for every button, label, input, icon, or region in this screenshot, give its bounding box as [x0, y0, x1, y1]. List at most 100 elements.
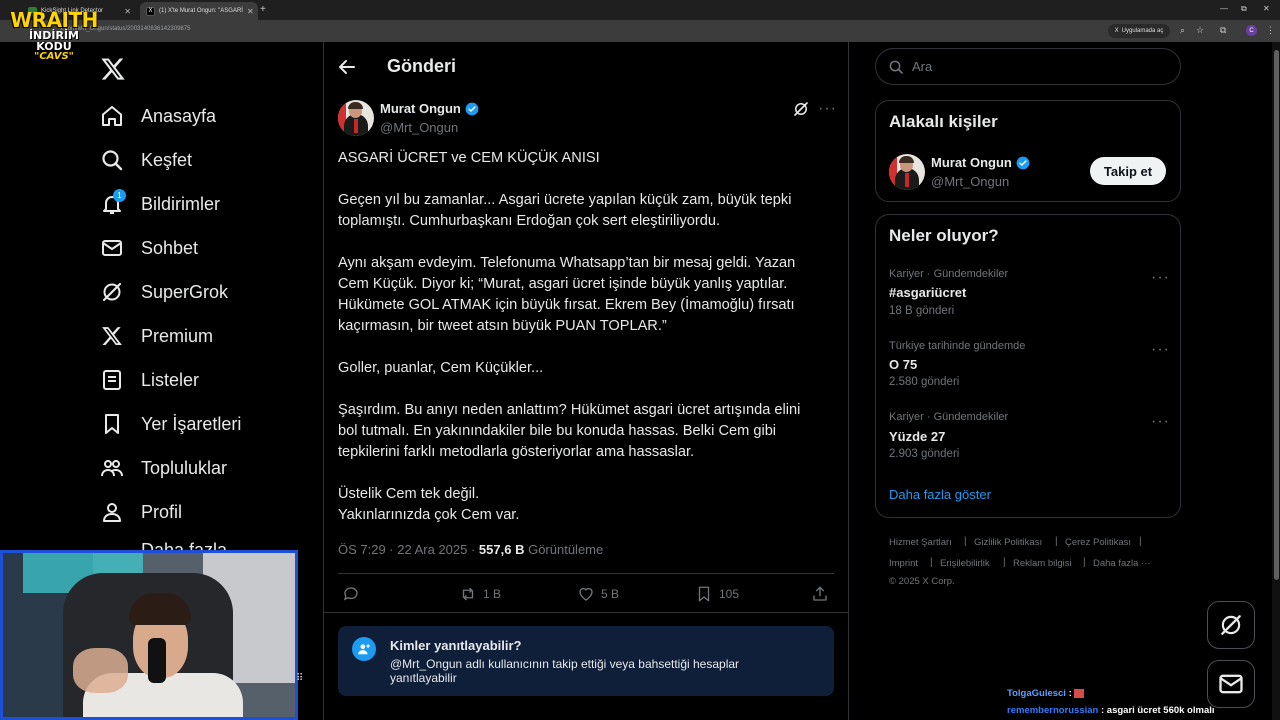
nav-item-notifications[interactable]: 1 Bildirimler [100, 189, 220, 219]
x-small-icon: X [1114, 28, 1119, 34]
new-tab-button[interactable]: + [260, 4, 266, 15]
reply-icon [343, 587, 358, 601]
search-icon [889, 60, 903, 74]
repost-button[interactable]: 1 B [459, 585, 501, 603]
nav-item-chat[interactable]: Sohbet [100, 233, 198, 263]
trend-name[interactable]: Yüzde 27 [889, 429, 945, 444]
wraith-overlay: WRAITH İNDİRİM KODU "CAVS" [10, 10, 98, 62]
open-in-app-label: Uygulamada aç [1121, 28, 1164, 34]
x-logo-icon[interactable] [100, 56, 126, 82]
browser-menu-icon[interactable]: ⋮ [1266, 25, 1275, 36]
extensions-icon[interactable]: ⧉ [1220, 25, 1226, 36]
nav-label: Bildirimler [141, 193, 221, 214]
trend-count: 18 B gönderi [889, 305, 955, 317]
communities-icon [100, 456, 124, 480]
search-icon [100, 148, 124, 172]
nav-item-home[interactable]: Anasayfa [100, 101, 216, 131]
nav-item-bookmarks[interactable]: Yer İşaretleri [100, 409, 241, 439]
trend-more-icon[interactable]: ··· [1151, 270, 1170, 286]
minimize-icon[interactable]: — [1220, 4, 1228, 13]
bookmark-button[interactable]: 105 [695, 585, 739, 603]
star-icon[interactable]: ☆ [1196, 25, 1204, 36]
bookmark-icon [698, 586, 710, 602]
trend-more-icon[interactable]: ··· [1151, 342, 1170, 358]
window-close-icon[interactable]: ✕ [1263, 4, 1270, 13]
trend-count: 2.580 gönderi [889, 376, 960, 388]
post-timestamp[interactable]: ÖS 7:29 · 22 Ara 2025 · [338, 542, 479, 557]
nav-item-communities[interactable]: Topluluklar [100, 453, 227, 483]
browser-tab-x[interactable]: X (1) X'te Murat Ongun: "ASGARİ ✕ [140, 2, 258, 20]
footer-ads-link[interactable]: Reklam bilgisi [1013, 558, 1072, 569]
open-in-app-button[interactable]: X Uygulamada aç [1108, 24, 1170, 38]
reply-button[interactable] [342, 585, 366, 603]
maximize-icon[interactable]: ⧉ [1241, 4, 1247, 14]
home-icon [100, 104, 124, 128]
nav-label: Listeler [141, 369, 200, 390]
trend-more-icon[interactable]: ··· [1151, 414, 1170, 430]
author-handle[interactable]: @Mrt_Ongun [380, 120, 458, 135]
bookmark-icon [100, 412, 124, 436]
related-avatar[interactable] [889, 154, 925, 190]
follow-button[interactable]: Takip et [1090, 157, 1166, 185]
grok-explain-icon[interactable] [792, 100, 810, 118]
divider [338, 573, 834, 574]
trend-name[interactable]: O 75 [889, 357, 917, 372]
footer-terms-link[interactable]: Hizmet Şartları [889, 537, 952, 548]
browser-profile-avatar[interactable]: C [1246, 25, 1257, 36]
footer-cookie-link[interactable]: Çerez Politikası [1065, 537, 1131, 548]
footer-separator: | [1003, 557, 1006, 568]
trends-title: Neler oluyor? [889, 226, 999, 245]
search-input[interactable]: Ara [875, 48, 1181, 85]
nav-label: SuperGrok [141, 281, 229, 302]
related-handle[interactable]: @Mrt_Ongun [931, 174, 1009, 189]
related-name-text: Murat Ongun [931, 155, 1012, 170]
share-button[interactable] [811, 585, 829, 603]
trend-category: Kariyer · Gündemdekiler [889, 268, 1009, 280]
drag-handle-icon[interactable]: ⠿ [296, 673, 303, 684]
grok-icon [1221, 615, 1241, 635]
trend-category: Türkiye tarihinde gündemde [889, 340, 1026, 352]
post-more-icon[interactable]: ··· [818, 101, 837, 117]
footer-accessibility-link[interactable]: Erişilebilirlik [940, 558, 990, 569]
nav-item-lists[interactable]: Listeler [100, 365, 199, 395]
footer-separator: | [1055, 536, 1058, 547]
footer-imprint-link[interactable]: Imprint [889, 558, 918, 569]
nav-item-explore[interactable]: Keşfet [100, 145, 192, 175]
close-tab-icon[interactable]: ✕ [124, 7, 131, 16]
nav-label: Sohbet [141, 237, 199, 258]
footer-privacy-link[interactable]: Gizlilik Politikası [974, 537, 1042, 548]
chat-text: : [1065, 688, 1075, 699]
bell-icon: 1 [100, 189, 126, 216]
search-placeholder: Ara [912, 59, 933, 74]
post-text: ASGARİ ÜCRET ve CEM KÜÇÜK ANISI Geçen yı… [338, 150, 801, 523]
repost-icon [462, 587, 474, 601]
close-tab-icon[interactable]: ✕ [247, 7, 254, 16]
notification-badge: 1 [113, 189, 126, 202]
author-name[interactable]: Murat Ongun [380, 101, 479, 116]
post-views-label: Görüntüleme [524, 542, 604, 557]
scrollbar-thumb[interactable] [1274, 50, 1279, 580]
chat-message: TolgaGulesci : [1007, 688, 1085, 699]
post-views-count: 557,6 B [478, 542, 525, 557]
zoom-icon[interactable]: ⌕ [1180, 25, 1185, 36]
like-button[interactable]: 5 B [577, 585, 619, 603]
tab-label: (1) X'te Murat Ongun: "ASGARİ [159, 8, 243, 14]
back-arrow-icon[interactable] [337, 57, 357, 77]
post-meta: ÖS 7:29 · 22 Ara 2025 · 557,6 B Görüntül… [338, 542, 603, 557]
nav-label: Yer İşaretleri [141, 413, 242, 434]
nav-item-premium[interactable]: Premium [100, 321, 213, 351]
trend-name[interactable]: #asgariücret [889, 285, 966, 300]
show-more-link[interactable]: Daha fazla göster [889, 487, 991, 502]
chat-username: remembernorussian [1007, 705, 1099, 716]
author-avatar[interactable] [338, 100, 374, 136]
footer-more-link[interactable]: Daha fazla ··· [1093, 558, 1151, 569]
page-title: Gönderi [387, 56, 457, 76]
trends-card [875, 214, 1181, 518]
messages-fab-button[interactable] [1207, 660, 1255, 708]
list-icon [100, 368, 124, 392]
nav-item-supergrok[interactable]: SuperGrok [100, 277, 228, 307]
grok-fab-button[interactable] [1207, 601, 1255, 649]
nav-item-profile[interactable]: Profil [100, 497, 182, 527]
related-name[interactable]: Murat Ongun [931, 155, 1030, 170]
chat-username: TolgaGulesci [1007, 688, 1066, 699]
